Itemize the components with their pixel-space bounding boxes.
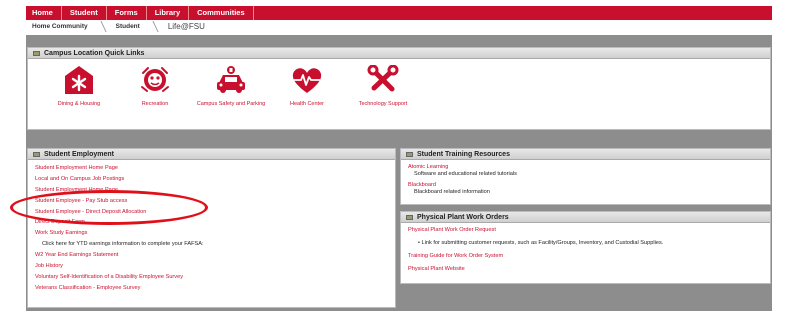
link-job-history[interactable]: Job History: [35, 261, 395, 272]
quick-link-technology-support[interactable]: Technology Support: [344, 64, 422, 108]
blackboard-description: Blackboard related information: [414, 189, 490, 195]
quick-link-label: Campus Safety and Parking: [196, 101, 266, 107]
quick-links-panel: Campus Location Quick Links Dining & Hou…: [27, 47, 771, 130]
link-employment-home[interactable]: Student Employment Home Page: [35, 163, 395, 174]
campus-safety-icon: [217, 66, 245, 93]
quick-link-campus-safety[interactable]: Campus Safety and Parking: [192, 65, 270, 108]
quick-link-dining-housing[interactable]: Dining & Housing: [40, 65, 118, 108]
nav-forms[interactable]: Forms: [107, 6, 147, 20]
panel-header: Campus Location Quick Links: [28, 48, 770, 59]
quick-link-label: Recreation: [141, 101, 169, 107]
link-pay-stub-access[interactable]: Student Employee - Pay Stub access: [35, 196, 395, 207]
panel-folder-icon: [406, 151, 413, 157]
work-order-bullet-text: Link for submitting customer requests, s…: [421, 240, 664, 246]
link-work-study-earnings[interactable]: Work Study Earnings: [35, 228, 395, 239]
link-disability-survey[interactable]: Voluntary Self-Identification of a Disab…: [35, 272, 395, 283]
student-employment-panel: Student Employment Student Employment Ho…: [27, 148, 396, 308]
nav-student[interactable]: Student: [62, 6, 107, 20]
atomic-learning-description: Software and educational related tutoria…: [414, 171, 517, 177]
work-order-bullet: • Link for submitting customer requests,…: [418, 240, 664, 246]
physical-plant-panel: Physical Plant Work Orders Physical Plan…: [400, 211, 771, 284]
link-work-order-request[interactable]: Physical Plant Work Order Request: [408, 227, 770, 234]
recreation-icon: [141, 67, 169, 92]
panel-header: Student Employment: [28, 149, 395, 160]
link-physical-plant-website[interactable]: Physical Plant Website: [408, 266, 770, 273]
panel-header: Student Training Resources: [401, 149, 770, 160]
link-atomic-learning[interactable]: Atomic Learning: [408, 164, 770, 171]
link-training-guide[interactable]: Training Guide for Work Order System: [408, 253, 770, 260]
link-direct-deposit-form[interactable]: Direct Deposit Form: [35, 217, 395, 228]
panel-folder-icon: [406, 214, 413, 220]
quick-links-title: Campus Location Quick Links: [44, 49, 145, 57]
panel-folder-icon: [33, 151, 40, 157]
quick-link-label: Health Center: [290, 101, 324, 107]
nav-home[interactable]: Home: [26, 6, 62, 20]
breadcrumb-current: Life@FSU: [167, 22, 205, 31]
quick-link-label: Dining & Housing: [57, 101, 101, 107]
link-employment-home-2[interactable]: Student Employment Home Page: [35, 185, 395, 196]
top-nav: Home Student Forms Library Communities: [26, 6, 772, 20]
breadcrumb-student[interactable]: Student: [110, 23, 150, 30]
breadcrumb-home-community[interactable]: Home Community: [26, 23, 98, 30]
quick-link-label: Technology Support: [358, 101, 408, 107]
student-employment-title: Student Employment: [44, 150, 115, 158]
health-center-icon: [292, 68, 322, 93]
nav-communities[interactable]: Communities: [189, 6, 254, 20]
link-direct-deposit-allocation[interactable]: Student Employee - Direct Deposit Alloca…: [35, 207, 395, 218]
panel-folder-icon: [33, 50, 40, 56]
ytd-earnings-note: Click here for YTD earnings information …: [42, 241, 204, 248]
panel-header: Physical Plant Work Orders: [401, 212, 770, 223]
training-resources-title: Student Training Resources: [417, 150, 510, 158]
technology-support-icon: [367, 64, 399, 92]
link-blackboard[interactable]: Blackboard: [408, 182, 770, 189]
quick-link-recreation[interactable]: Recreation: [116, 65, 194, 108]
dining-housing-icon: [65, 66, 93, 94]
link-job-postings[interactable]: Local and On Campus Job Postings: [35, 174, 395, 185]
quick-link-health-center[interactable]: Health Center: [268, 65, 346, 108]
breadcrumb: Home Community Student Life@FSU: [26, 21, 772, 32]
nav-library[interactable]: Library: [147, 6, 190, 20]
link-w2-statement[interactable]: W2 Year End Earnings Statement: [35, 250, 395, 261]
physical-plant-title: Physical Plant Work Orders: [417, 213, 509, 221]
link-veterans-survey[interactable]: Veterans Classification - Employee Surve…: [35, 283, 395, 294]
training-resources-panel: Student Training Resources Atomic Learni…: [400, 148, 771, 205]
